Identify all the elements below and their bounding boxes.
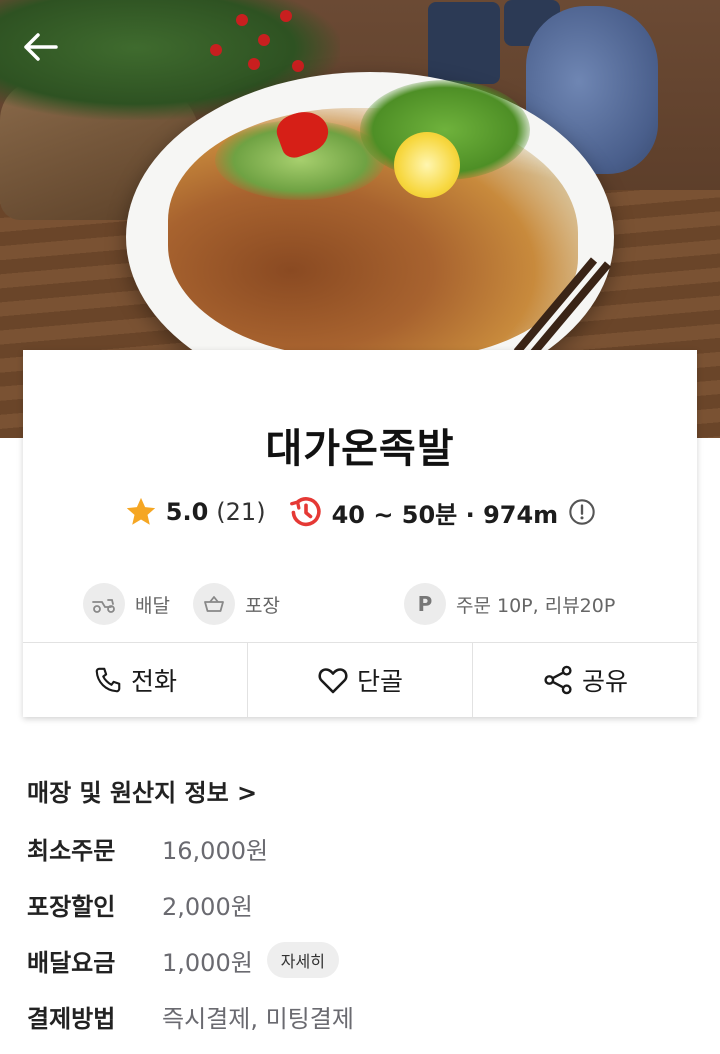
lemon-slice bbox=[394, 132, 460, 198]
scooter-icon bbox=[83, 583, 125, 625]
tag-delivery: 배달 bbox=[83, 582, 170, 626]
info-row-pickup-discount: 포장할인 2,000원 bbox=[27, 886, 253, 922]
share-button[interactable]: 공유 bbox=[472, 643, 697, 717]
call-button[interactable]: 전화 bbox=[23, 643, 247, 717]
heart-icon bbox=[318, 668, 348, 694]
store-origin-link[interactable]: 매장 및 원산지 정보 > bbox=[27, 768, 697, 812]
info-value: 즉시결제, 미팅결제 bbox=[162, 1004, 354, 1033]
store-name: 대가온족발 bbox=[265, 426, 455, 472]
info-value: 1,000원 bbox=[162, 948, 253, 977]
star-icon bbox=[126, 497, 155, 525]
store-info-card: 대가온족발 5.0 (21) 40 ~ 50분 · 974m 배달 포장 P 주… bbox=[23, 350, 697, 717]
basket-icon bbox=[193, 583, 235, 625]
delivery-fee-detail-button[interactable]: 자세히 bbox=[266, 942, 339, 978]
berry bbox=[258, 34, 270, 46]
share-label: 공유 bbox=[581, 667, 628, 696]
store-info-section: 매장 및 원산지 정보 > 최소주문 16,000원 포장할인 2,000원 배… bbox=[27, 768, 697, 1033]
tag-points-label: 주문 10P, 리뷰20P bbox=[456, 594, 616, 617]
call-label: 전화 bbox=[130, 667, 177, 696]
info-label: 최소주문 bbox=[27, 836, 116, 865]
point-symbol: P bbox=[417, 592, 433, 616]
info-row-delivery-fee: 배달요금 1,000원 자세히 bbox=[27, 942, 339, 978]
info-row-min-order: 최소주문 16,000원 bbox=[27, 830, 268, 866]
info-label: 포장할인 bbox=[27, 892, 116, 921]
delivery-time-distance: 40 ~ 50분 · 974m bbox=[331, 500, 559, 529]
point-icon: P bbox=[404, 583, 446, 625]
berry bbox=[280, 10, 292, 22]
info-icon[interactable] bbox=[568, 498, 596, 526]
store-meta: 5.0 (21) 40 ~ 50분 · 974m bbox=[23, 494, 697, 530]
share-icon bbox=[544, 665, 572, 695]
action-bar: 전화 단골 공유 bbox=[23, 642, 697, 717]
arrow-left-icon bbox=[24, 33, 58, 61]
back-button[interactable] bbox=[20, 30, 60, 64]
tag-pickup-label: 포장 bbox=[245, 594, 280, 617]
tag-points: P 주문 10P, 리뷰20P bbox=[404, 582, 615, 626]
berry bbox=[236, 14, 248, 26]
tag-delivery-label: 배달 bbox=[135, 594, 170, 617]
berry bbox=[210, 44, 222, 56]
phone-icon bbox=[95, 667, 121, 693]
info-label: 결제방법 bbox=[27, 1004, 116, 1033]
info-label: 배달요금 bbox=[27, 948, 116, 977]
favorite-button[interactable]: 단골 bbox=[247, 643, 472, 717]
info-value: 2,000원 bbox=[162, 892, 253, 921]
info-row-payment-method: 결제방법 즉시결제, 미팅결제 bbox=[27, 998, 354, 1034]
berry bbox=[248, 58, 260, 70]
info-value: 16,000원 bbox=[162, 836, 269, 865]
rating-value: 5.0 bbox=[165, 498, 209, 526]
clock-icon bbox=[289, 497, 321, 527]
tag-pickup: 포장 bbox=[193, 582, 280, 626]
cup bbox=[428, 2, 500, 84]
review-count: (21) bbox=[216, 498, 266, 526]
service-tags: 배달 포장 P 주문 10P, 리뷰20P bbox=[23, 582, 697, 626]
favorite-label: 단골 bbox=[356, 667, 403, 696]
berry bbox=[292, 60, 304, 72]
